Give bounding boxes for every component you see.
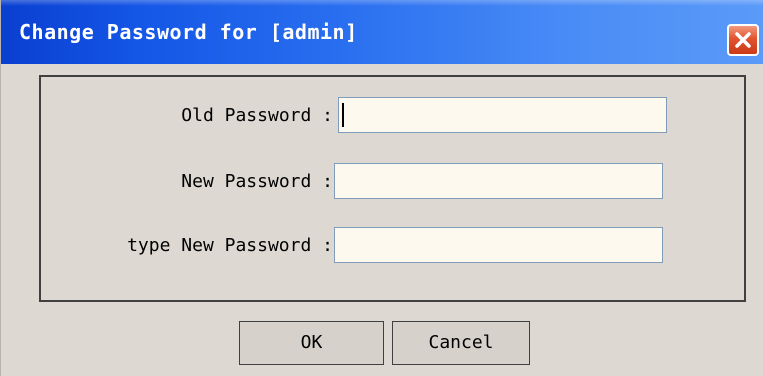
retype-password-label: type New Password : bbox=[127, 235, 333, 256]
retype-password-field[interactable] bbox=[334, 227, 663, 263]
old-password-field[interactable] bbox=[338, 97, 667, 133]
cancel-button[interactable]: Cancel bbox=[392, 321, 530, 365]
new-password-field[interactable] bbox=[334, 163, 663, 199]
close-button[interactable] bbox=[727, 24, 759, 56]
old-password-label: Old Password : bbox=[181, 105, 333, 126]
new-password-label: New Password : bbox=[181, 171, 333, 192]
dialog-title: Change Password for [admin] bbox=[19, 20, 358, 44]
text-caret bbox=[342, 103, 344, 127]
ok-button[interactable]: OK bbox=[239, 321, 384, 365]
title-bar[interactable]: Change Password for [admin] bbox=[1, 0, 763, 64]
close-icon bbox=[735, 32, 751, 48]
change-password-dialog: Change Password for [admin] Old Password… bbox=[0, 0, 763, 376]
